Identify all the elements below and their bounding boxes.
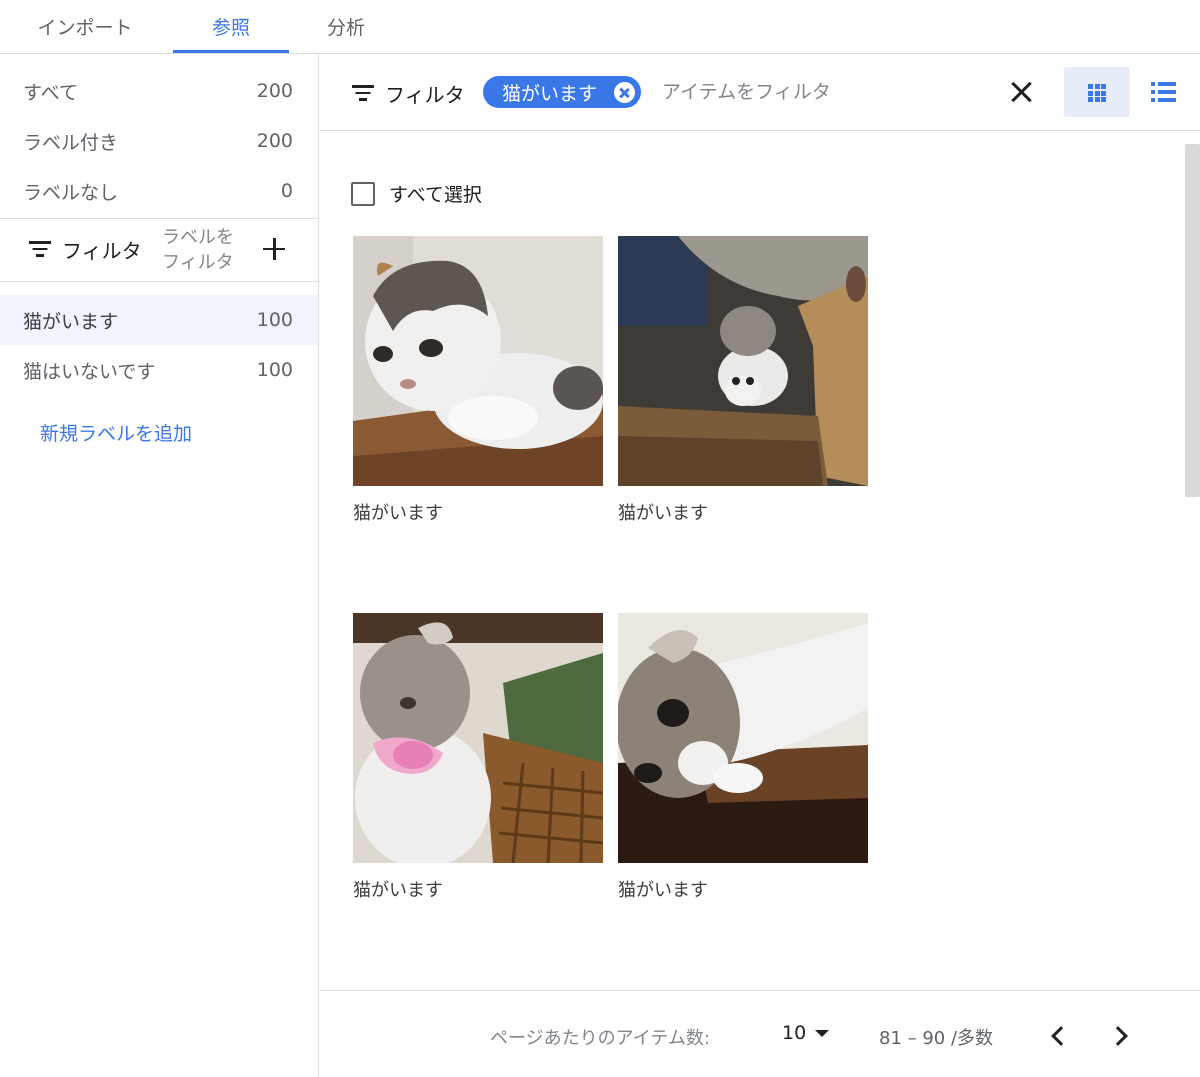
list-view-icon[interactable] [1148,67,1178,117]
item-grid: すべて選択 猫がいます 猫がいます 猫がいます 猫がいます [320,132,1200,989]
item-card: 猫がいます [353,236,603,525]
chevron-right-icon[interactable] [1107,1021,1133,1049]
item-thumbnail[interactable] [353,236,603,486]
sidebar-item-label-cat-present[interactable]: 猫がいます 100 [0,295,318,345]
item-card: 猫がいます [618,613,868,902]
pagination: ページあたりのアイテム数: 10 81 – 90 /多数 [320,990,1200,1077]
sidebar-item-label: ラベル付き [23,131,119,154]
item-thumbnail[interactable] [618,613,868,863]
sidebar-item-label-cat-absent[interactable]: 猫はいないです 100 [0,345,318,395]
sidebar-item-labeled[interactable]: ラベル付き 200 [0,116,318,166]
page-range: 81 – 90 /多数 [879,1028,994,1049]
filter-icon [29,241,51,257]
tab-browse[interactable]: 参照 [173,0,289,53]
item-card: 猫がいます [353,613,603,902]
item-card: 猫がいます [618,236,868,525]
sidebar-item-count: 200 [256,130,293,152]
select-all-checkbox[interactable] [351,181,375,206]
close-icon[interactable] [1006,77,1036,107]
item-caption: 猫がいます [618,503,708,524]
sidebar: すべて 200 ラベル付き 200 ラベルなし 0 フィルタ ラベルを フィルタ… [0,54,319,1077]
grid-view-button[interactable] [1064,67,1130,117]
sidebar-item-label: ラベルなし [23,181,119,204]
tab-active-indicator [173,50,289,53]
sidebar-divider [0,281,318,282]
sidebar-item-label: 猫がいます [23,310,119,333]
grid-view-icon [1088,84,1106,102]
sidebar-item-label: すべて [23,81,78,104]
filter-chip-label: 猫がいます [502,82,598,105]
item-caption: 猫がいます [353,880,443,901]
select-all[interactable]: すべて選択 [351,180,482,207]
toolbar-filter-label: フィルタ [385,83,465,107]
items-per-page-value: 10 [782,1022,807,1044]
item-caption: 猫がいます [353,503,443,524]
item-thumbnail[interactable] [618,236,868,486]
item-caption: 猫がいます [618,880,708,901]
items-per-page-select[interactable]: 10 [782,1022,830,1044]
label-filter-input[interactable]: ラベルを フィルタ [162,225,246,275]
sidebar-item-unlabeled[interactable]: ラベルなし 0 [0,166,318,216]
sidebar-item-count: 100 [256,359,293,381]
tab-import[interactable]: インポート [0,0,170,53]
items-per-page-label: ページあたりのアイテム数: [490,1028,710,1049]
sidebar-item-all[interactable]: すべて 200 [0,66,318,116]
chevron-left-icon[interactable] [1045,1021,1071,1049]
remove-chip-icon[interactable] [614,82,635,103]
sidebar-filter-label: フィルタ [62,239,142,263]
sidebar-item-count: 0 [280,180,293,202]
scrollbar-thumb[interactable] [1185,144,1200,497]
select-all-label: すべて選択 [389,184,482,206]
item-filter-input[interactable] [662,76,982,108]
sidebar-item-count: 200 [256,80,293,102]
sidebar-item-label: 猫はいないです [23,360,156,383]
tab-bar: インポート 参照 分析 [0,0,1200,54]
filter-icon [352,85,374,101]
caret-down-icon [815,1029,830,1037]
tab-analyze[interactable]: 分析 [289,0,403,53]
sidebar-item-count: 100 [256,309,293,331]
item-thumbnail[interactable] [353,613,603,863]
add-label-link[interactable]: 新規ラベルを追加 [40,419,192,446]
item-filter-toolbar: フィルタ 猫がいます [320,54,1200,131]
plus-icon[interactable] [263,238,285,260]
sidebar-label-filter: フィルタ ラベルを フィルタ [0,219,318,281]
filter-chip[interactable]: 猫がいます [483,76,641,108]
